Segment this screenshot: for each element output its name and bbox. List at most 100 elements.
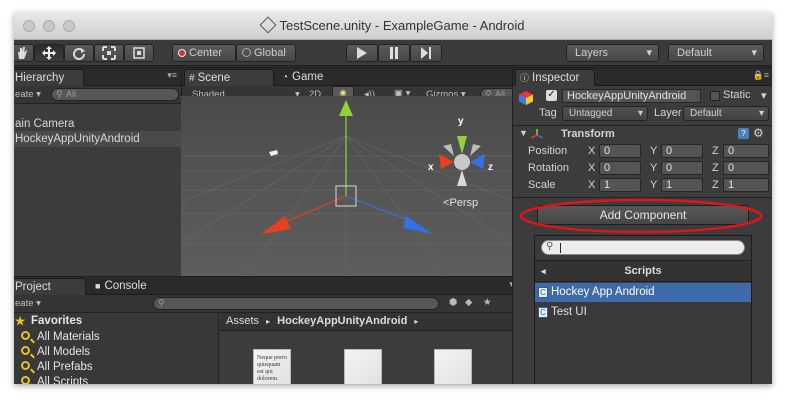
- breadcrumb-root[interactable]: Assets: [226, 315, 259, 327]
- tab-game[interactable]: ◔ Game: [278, 69, 348, 86]
- script-item-selected[interactable]: C Hockey App Android: [535, 283, 751, 302]
- favorites-header[interactable]: ★ Favorites: [14, 313, 82, 329]
- scripts-header[interactable]: ◂ Scripts: [535, 260, 751, 282]
- back-arrow-icon[interactable]: ◂: [541, 261, 546, 281]
- filter-type-icon[interactable]: ⬢: [449, 297, 457, 308]
- hierarchy-item-selected[interactable]: HockeyAppUnityAndroid: [14, 131, 181, 147]
- scene-viewport[interactable]: y x z <Persp: [181, 96, 523, 282]
- persp-label[interactable]: <Persp: [443, 197, 478, 209]
- chevron-down-icon[interactable]: ▾: [761, 89, 767, 102]
- layout-dropdown[interactable]: Default ▾: [668, 44, 764, 62]
- move-tool-button[interactable]: [34, 44, 64, 62]
- script-label: Hockey App Android: [551, 286, 655, 298]
- global-space-button[interactable]: Global: [236, 44, 296, 62]
- hierarchy-item[interactable]: ain Camera: [14, 116, 181, 132]
- window-title-container: TestScene.unity - ExampleGame - Android: [14, 16, 772, 34]
- position-y-field[interactable]: 0: [661, 144, 703, 158]
- y-axis-arrow[interactable]: [339, 100, 353, 116]
- favorite-label: All Prefabs: [37, 361, 93, 373]
- scripts-header-label: Scripts: [624, 265, 662, 277]
- pivot-center-button[interactable]: Center: [172, 44, 236, 62]
- project-subbar: eate ▾ ⚲ ⬢ ◆ ★: [14, 295, 523, 313]
- pause-button[interactable]: [378, 44, 410, 62]
- component-search-input[interactable]: ⚲: [541, 240, 745, 255]
- title-bar: TestScene.unity - ExampleGame - Android: [14, 12, 772, 40]
- favorite-item[interactable]: All Scripts: [19, 374, 88, 384]
- axis-y-label: Y: [650, 145, 658, 157]
- inspector-tabbar: ⓘ Inspector 🔒≡: [513, 68, 772, 86]
- step-button[interactable]: [410, 44, 442, 62]
- favorite-star-icon[interactable]: ★: [483, 297, 492, 308]
- add-component-popup: ⚲ ◂ Scripts C Hockey App Android C Test …: [534, 235, 752, 384]
- csharp-script-icon: C: [538, 307, 548, 318]
- favorites-sidebar: ★ Favorites All Materials All Models All…: [14, 313, 219, 384]
- field-value: 0: [604, 162, 611, 174]
- csharp-script-icon: C: [538, 287, 548, 298]
- create-dropdown[interactable]: eate ▾: [15, 298, 41, 309]
- tab-project[interactable]: Project: [14, 278, 86, 295]
- asset-script-file[interactable]: Neque porro quisquam est qui dolorem.: [253, 349, 291, 384]
- window-title: TestScene.unity - ExampleGame - Android: [279, 18, 525, 33]
- asset-file[interactable]: [434, 349, 472, 384]
- rotation-y-field[interactable]: 0: [661, 161, 703, 175]
- asset-file[interactable]: [344, 349, 382, 384]
- gear-icon[interactable]: ⚙: [753, 126, 764, 140]
- axis-z-label: Z: [712, 162, 719, 174]
- field-value: 0: [666, 145, 673, 157]
- z-axis-arrow[interactable]: [403, 216, 433, 234]
- foldout-arrow-icon[interactable]: ▼: [519, 128, 528, 138]
- console-icon: ■: [95, 281, 101, 291]
- tag-dropdown[interactable]: Untagged ▾: [562, 106, 648, 121]
- static-checkbox[interactable]: [710, 91, 720, 101]
- hand-tool-button[interactable]: [14, 44, 34, 62]
- rotate-tool-button[interactable]: [64, 44, 94, 62]
- scale-y-field[interactable]: 1: [661, 178, 703, 192]
- object-name-value: HockeyAppUnityAndroid: [567, 90, 687, 102]
- favorite-item[interactable]: All Models: [19, 344, 90, 360]
- hierarchy-search-input[interactable]: ⚲ All: [51, 88, 179, 101]
- axis-y-label: Y: [650, 179, 658, 191]
- project-tabbar: Project ■Console ▾≡: [14, 277, 523, 295]
- create-dropdown[interactable]: eate ▾: [15, 89, 41, 100]
- gizmo-z-label: z: [488, 162, 493, 173]
- camera-icon[interactable]: [269, 150, 278, 156]
- rect-tool-button[interactable]: [124, 44, 154, 62]
- object-name-field[interactable]: HockeyAppUnityAndroid: [562, 89, 701, 103]
- asset-preview-text: Neque porro quisquam est qui dolorem.: [257, 355, 288, 382]
- chevron-down-icon: ▾: [751, 47, 757, 59]
- rotation-z-field[interactable]: 0: [723, 161, 769, 175]
- rotation-x-field[interactable]: 0: [599, 161, 641, 175]
- scale-z-field[interactable]: 1: [723, 178, 769, 192]
- tab-scene[interactable]: # Scene: [184, 69, 274, 86]
- position-x-field[interactable]: 0: [599, 144, 641, 158]
- tab-hierarchy[interactable]: Hierarchy: [14, 69, 84, 86]
- search-icon: [21, 361, 30, 370]
- breadcrumb: Assets ▸ HockeyAppUnityAndroid ▸: [220, 313, 525, 331]
- script-item[interactable]: C Test UI: [535, 303, 751, 322]
- project-search-input[interactable]: ⚲: [153, 297, 439, 310]
- layer-dropdown[interactable]: Default ▾: [683, 106, 769, 121]
- field-value: 0: [666, 162, 673, 174]
- layers-dropdown[interactable]: Layers ▾: [566, 44, 659, 62]
- filter-label-icon[interactable]: ◆: [465, 297, 472, 308]
- chevron-down-icon: ▾: [646, 47, 652, 59]
- position-z-field[interactable]: 0: [723, 144, 769, 158]
- tab-project-label: Project: [15, 281, 51, 293]
- grid-icon: #: [189, 73, 195, 84]
- panel-menu-icon[interactable]: ▾≡: [167, 70, 177, 81]
- active-checkbox[interactable]: ✓: [546, 90, 557, 101]
- scale-tool-button[interactable]: [94, 44, 124, 62]
- tab-console[interactable]: ■ Console: [91, 278, 163, 295]
- orientation-gizmo[interactable]: [439, 136, 485, 186]
- favorite-item[interactable]: All Prefabs: [19, 359, 93, 375]
- pivot-icon: [178, 49, 186, 57]
- play-button[interactable]: [346, 44, 378, 62]
- search-placeholder: All: [66, 89, 77, 99]
- tab-inspector[interactable]: ⓘ Inspector: [515, 69, 595, 86]
- hierarchy-item-label: ain Camera: [15, 118, 75, 130]
- breadcrumb-folder[interactable]: HockeyAppUnityAndroid: [277, 315, 407, 327]
- favorite-item[interactable]: All Materials: [19, 329, 100, 345]
- help-book-icon[interactable]: ?: [738, 128, 749, 139]
- panel-menu-icon[interactable]: 🔒≡: [753, 70, 769, 81]
- scale-x-field[interactable]: 1: [599, 178, 641, 192]
